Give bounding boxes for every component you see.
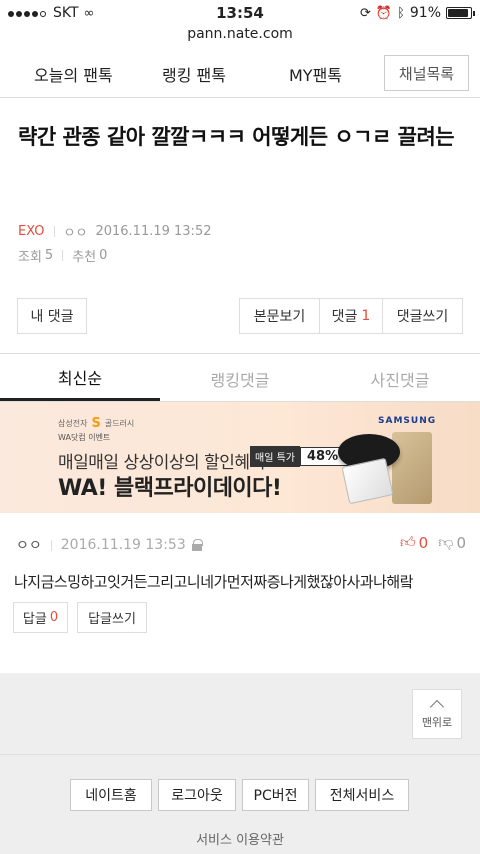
thumbs-up-icon: 👍︎ — [399, 533, 416, 551]
post-stats: 조회 5 추천 0 — [0, 247, 480, 265]
battery-percent: 91% — [409, 5, 441, 21]
ad-banner[interactable]: 삼성전자 S 골드러시 WA닷컴 이벤트 매일매일 상상이상의 할인혜택 매일 … — [0, 402, 480, 513]
post-actions: 내 댓글 본문보기 댓글 1 댓글쓰기 — [0, 298, 480, 334]
to-top-label: 맨위로 — [421, 716, 453, 729]
my-comments-button[interactable]: 내 댓글 — [17, 298, 87, 334]
terms-link[interactable]: 서비스 이용약관 — [0, 829, 480, 848]
rotation-lock-icon: ⟳ — [359, 5, 371, 21]
product-image-powerbank — [392, 432, 432, 504]
upvote-button[interactable]: 👍︎ 0 — [400, 533, 428, 552]
brand-s-logo: S — [91, 416, 101, 431]
comment-text: 나지금스밍하고잇거든그리고니네가먼저짜증나게했잖아사과나해랔 — [14, 573, 414, 591]
alarm-icon: ⏰ — [375, 5, 393, 21]
carrier-label: SKT — [53, 5, 79, 21]
divider — [62, 249, 64, 261]
recs-label: 추천 — [72, 249, 97, 265]
brand-name: 삼성전자 — [58, 419, 88, 428]
recs-count: 0 — [99, 247, 108, 263]
chevron-up-icon — [429, 699, 445, 715]
reply-button[interactable]: 답글 0 — [13, 602, 68, 633]
comment-meta: ㅇㅇ 2016.11.19 13:53 — [16, 535, 203, 555]
lock-icon — [191, 539, 203, 551]
channel-list-button[interactable]: 채널목록 — [384, 55, 469, 91]
samsung-logo: SAMSUNG — [378, 416, 437, 426]
comments-count: 1 — [361, 308, 371, 324]
reply-label: 답글 — [22, 612, 47, 627]
banner-event: WA닷컴 이벤트 — [58, 433, 111, 442]
status-bar: SKT ∞ 13:54 ⟳ ⏰ ᛒ 91% — [0, 0, 480, 26]
badge-label: 매일 특가 — [250, 446, 300, 467]
top-nav: 오늘의 팬톡 랭킹 팬톡 MY팬톡 채널목록 — [0, 48, 480, 98]
upvote-count: 0 — [418, 533, 429, 552]
divider — [50, 539, 52, 551]
tab-ranking[interactable]: 랭킹 팬톡 — [162, 62, 226, 86]
tab-latest[interactable]: 최신순 — [0, 356, 160, 401]
banner-brand: 삼성전자 S 골드러시 — [58, 416, 134, 431]
views-label: 조회 — [18, 249, 42, 265]
pc-version-button[interactable]: PC버전 — [242, 779, 309, 811]
tab-my[interactable]: MY팬톡 — [289, 62, 342, 86]
logout-button[interactable]: 로그아웃 — [158, 779, 236, 811]
tab-photo-comments[interactable]: 사진댓글 — [320, 356, 480, 401]
brand-sub: 골드러시 — [104, 419, 135, 428]
to-top-button[interactable]: 맨위로 — [412, 689, 462, 739]
post-date: 2016.11.19 13:52 — [95, 223, 212, 239]
post-meta: EXO ㅇㅇ 2016.11.19 13:52 — [0, 223, 480, 241]
downvote-count: 0 — [456, 533, 466, 552]
tab-today[interactable]: 오늘의 팬톡 — [34, 62, 113, 86]
footer: 맨위로 네이트홈 로그아웃 PC버전 전체서비스 서비스 이용약관 — [0, 673, 480, 854]
reply-count: 0 — [49, 610, 59, 625]
tab-ranking-comments[interactable]: 랭킹댓글 — [160, 356, 320, 401]
nate-home-button[interactable]: 네이트홈 — [70, 779, 152, 811]
channel-link[interactable]: EXO — [18, 224, 45, 239]
divider — [53, 225, 55, 237]
address-bar[interactable]: pann.nate.com — [0, 26, 480, 48]
battery-icon — [446, 7, 475, 19]
post-author: ㅇㅇ — [63, 225, 88, 241]
post-title: 략간 관종 같아 깔깔ㅋㅋㅋ 어떻게든 ㅇㄱㄹ 끌려는 — [18, 125, 455, 149]
banner-line2: WA! 블랙프라이데이다! — [58, 476, 282, 501]
views-count: 5 — [44, 247, 54, 263]
bluetooth-icon: ᛒ — [397, 5, 405, 21]
comment-date: 2016.11.19 13:53 — [60, 537, 186, 553]
comments-label: 댓글 — [331, 309, 358, 325]
product-image-phone — [341, 457, 394, 505]
section-divider — [0, 353, 480, 354]
comments-button[interactable]: 댓글 1 — [319, 298, 383, 334]
signal-icon — [8, 5, 48, 21]
write-reply-button[interactable]: 답글쓰기 — [77, 602, 147, 633]
thumbs-down-icon: 👎︎ — [438, 533, 454, 551]
comment-author: ㅇㅇ — [16, 538, 42, 554]
comment-votes: 👍︎ 0 👎︎ 0 — [400, 533, 466, 552]
comment-tabs: 최신순 랭킹댓글 사진댓글 — [0, 356, 480, 402]
downvote-button[interactable]: 👎︎ 0 — [438, 533, 466, 552]
write-comment-button[interactable]: 댓글쓰기 — [382, 298, 463, 334]
view-post-button[interactable]: 본문보기 — [239, 298, 320, 334]
wifi-link-icon: ∞ — [83, 5, 95, 21]
all-services-button[interactable]: 전체서비스 — [315, 779, 409, 811]
footer-divider — [0, 754, 480, 755]
